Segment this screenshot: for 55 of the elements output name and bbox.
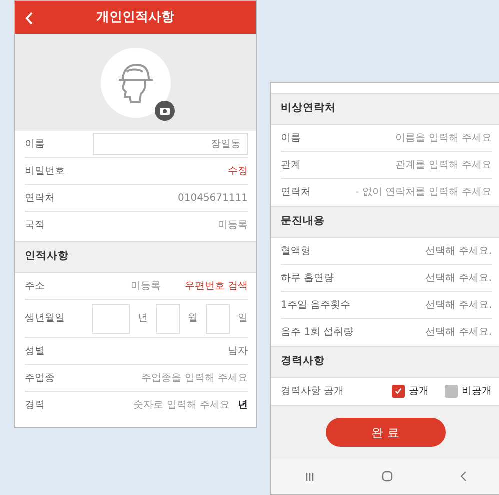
field-label: 관계 bbox=[281, 158, 301, 172]
field-label: 이름 bbox=[25, 138, 45, 152]
checkbox-label: 비공개 bbox=[462, 385, 492, 399]
select-field[interactable]: 선택해 주세요. bbox=[426, 325, 492, 340]
section-title: 비상연락처 bbox=[271, 93, 499, 125]
field-value: 남자 bbox=[228, 344, 248, 358]
input-field[interactable]: 관계를 입력해 주세요 bbox=[352, 158, 492, 172]
unit-label: 년 bbox=[238, 399, 248, 413]
date-unit: 년 bbox=[138, 312, 148, 326]
input-field[interactable]: 숫자로 입력해 주세요 bbox=[90, 398, 230, 413]
field-label: 비밀번호 bbox=[25, 164, 65, 178]
back-icon[interactable] bbox=[460, 471, 466, 482]
input-field[interactable]: - 없이 연락처를 입력해 주세요 bbox=[352, 185, 492, 200]
checkbox[interactable] bbox=[445, 385, 458, 398]
select-field[interactable]: 선택해 주세요. bbox=[426, 244, 492, 258]
field-label: 생년월일 bbox=[25, 312, 65, 326]
home-icon[interactable] bbox=[382, 471, 392, 482]
field-label: 음주 1회 섭취량 bbox=[281, 326, 354, 340]
date-field[interactable] bbox=[92, 304, 130, 334]
field-label: 연락처 bbox=[281, 186, 311, 200]
field-label: 혈액형 bbox=[281, 244, 311, 258]
field-label: 연락처 bbox=[25, 192, 55, 206]
select-field[interactable]: 선택해 주세요. bbox=[426, 270, 492, 286]
field-value: 01045671111 bbox=[178, 192, 248, 206]
edit-link[interactable]: 수정 bbox=[228, 164, 248, 178]
checkbox-label: 공개 bbox=[409, 385, 429, 399]
field-label: 경력사항 공개 bbox=[281, 385, 344, 399]
field-label: 주업종 bbox=[25, 372, 55, 386]
check-icon bbox=[394, 387, 403, 396]
field-value: 미등록 bbox=[130, 280, 161, 294]
camera-icon[interactable] bbox=[154, 100, 174, 120]
postcode-search-link[interactable]: 우편번호 검색 bbox=[184, 278, 248, 294]
field-label: 하루 흡연량 bbox=[281, 272, 334, 286]
section-title: 문진내용 bbox=[271, 206, 499, 238]
submit-button[interactable]: 완 료 bbox=[326, 418, 446, 447]
field-label: 1주일 음주횟수 bbox=[281, 298, 351, 312]
date-field[interactable] bbox=[156, 304, 180, 334]
field-label: 국적 bbox=[25, 219, 45, 233]
input-field[interactable]: 주업종을 입력해 주세요 bbox=[108, 370, 248, 386]
field-label: 주소 bbox=[25, 280, 45, 294]
field-label: 경력 bbox=[25, 399, 45, 413]
checkbox[interactable] bbox=[392, 385, 405, 398]
date-field[interactable] bbox=[206, 304, 230, 334]
date-unit: 월 bbox=[188, 312, 198, 326]
date-unit: 일 bbox=[238, 312, 248, 326]
field-value: 미등록 bbox=[218, 219, 248, 233]
section-title: 인적사항 bbox=[15, 241, 256, 273]
select-field[interactable]: 선택해 주세요. bbox=[426, 298, 492, 312]
screen-title: 개인인적사항 bbox=[96, 8, 174, 27]
field-label: 성별 bbox=[25, 344, 45, 358]
field-label: 이름 bbox=[281, 132, 301, 146]
name-field[interactable]: 장일동 bbox=[93, 133, 248, 155]
input-field[interactable]: 이름을 입력해 주세요 bbox=[352, 130, 492, 146]
section-title: 경력사항 bbox=[271, 346, 499, 378]
recent-apps-icon[interactable] bbox=[304, 472, 314, 482]
